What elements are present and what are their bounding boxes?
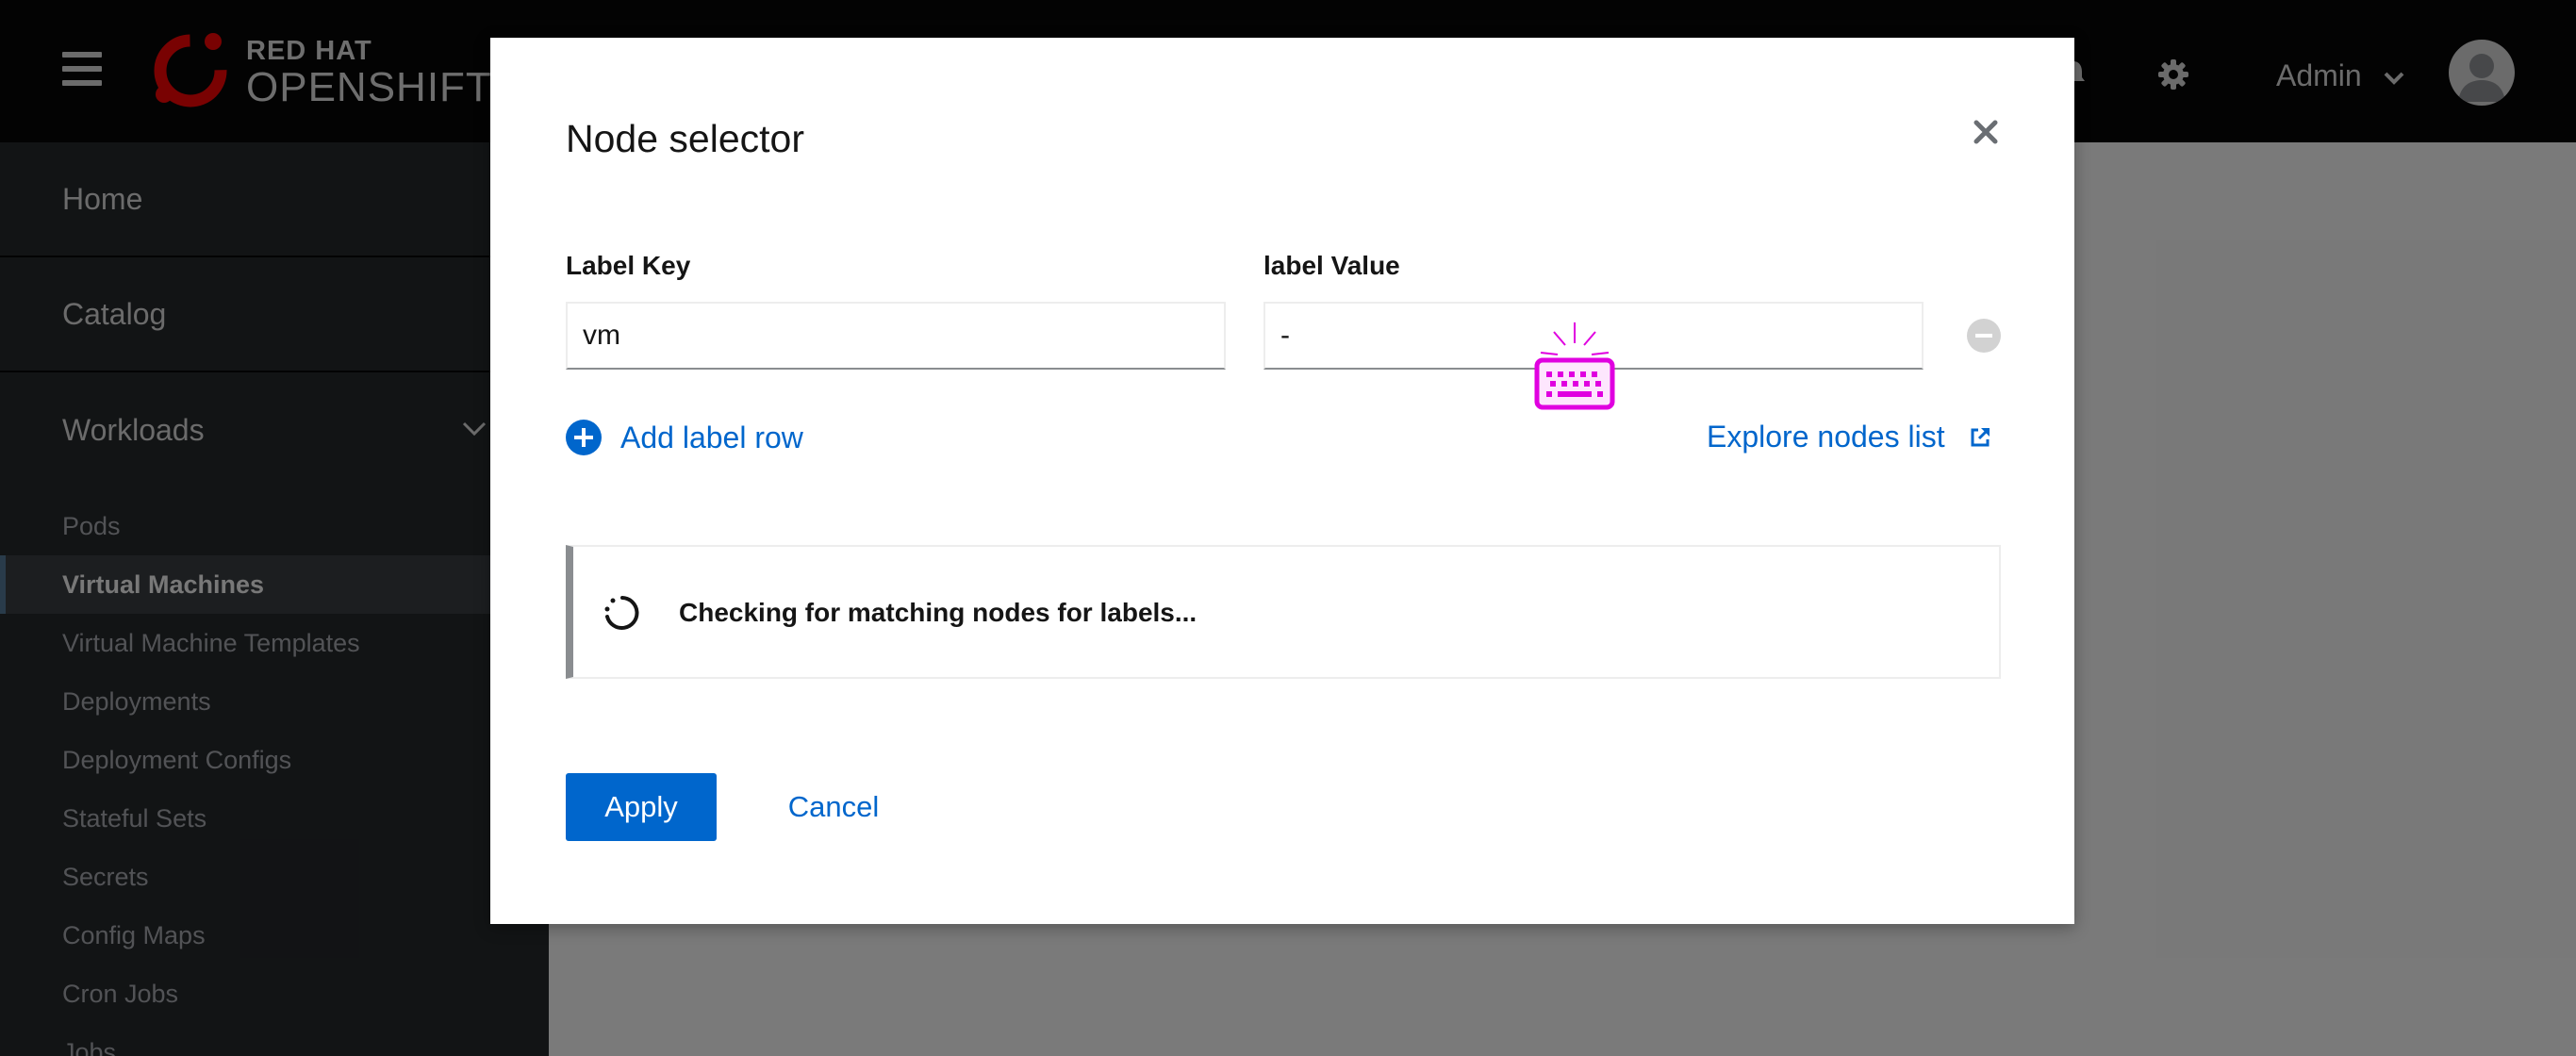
external-link-icon xyxy=(1971,427,1990,446)
modal-title: Node selector xyxy=(566,117,804,160)
explore-nodes-label: Explore nodes list xyxy=(1707,420,1945,454)
node-selector-modal: Node selector Label Key label Value Add … xyxy=(490,38,2074,924)
explore-nodes-link[interactable]: Explore nodes list xyxy=(1707,420,1992,454)
add-label-row-label: Add label row xyxy=(620,420,803,454)
label-value-header: label Value xyxy=(1263,251,1400,280)
alert-text: Checking for matching nodes for labels..… xyxy=(679,598,1197,627)
add-label-row-button[interactable]: Add label row xyxy=(566,420,803,455)
cancel-button[interactable]: Cancel xyxy=(777,773,890,841)
remove-label-row-button[interactable] xyxy=(1967,319,2001,353)
apply-button[interactable]: Apply xyxy=(566,773,717,841)
label-key-input[interactable] xyxy=(566,302,1226,370)
close-icon[interactable] xyxy=(1967,113,2005,151)
keyboard-icon xyxy=(1534,322,1615,410)
label-key-header: Label Key xyxy=(566,251,691,280)
plus-circle-icon xyxy=(566,420,602,455)
spinner-icon xyxy=(604,596,639,630)
matching-nodes-alert: Checking for matching nodes for labels..… xyxy=(566,545,2001,679)
